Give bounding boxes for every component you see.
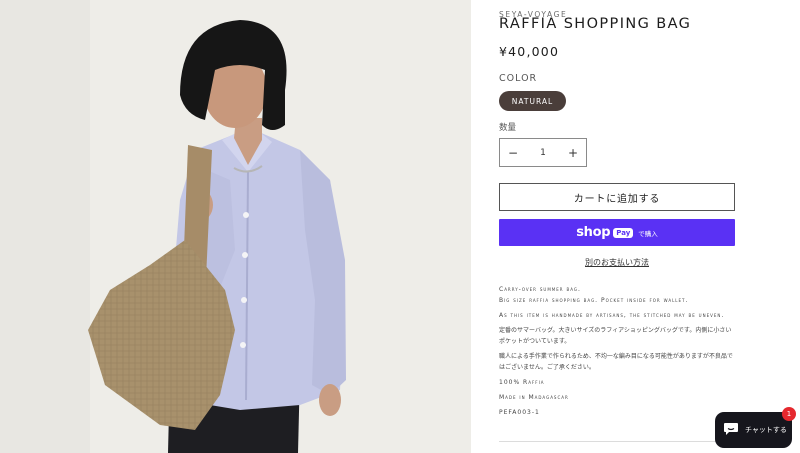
description-line: Big size raffia shopping bag. Pocket ins… (499, 297, 689, 304)
product-description: Carry-over summer bag. Big size raffia s… (499, 284, 735, 422)
shop-pay-button[interactable]: shop Pay で購入 (499, 219, 735, 246)
material-text: 100% Raffia (499, 379, 545, 386)
origin-text: Made in Madagascar (499, 394, 569, 401)
chat-widget-button[interactable]: チャットする (715, 412, 792, 448)
more-payment-options-link[interactable]: 別のお支払い方法 (499, 257, 735, 268)
quantity-stepper: − 1 + (499, 138, 587, 167)
quantity-input[interactable]: 1 (540, 148, 546, 158)
section-divider (499, 441, 735, 442)
chat-notification-badge: 1 (782, 407, 796, 421)
quantity-decrease-button[interactable]: − (500, 139, 526, 166)
add-to-cart-button[interactable]: カートに追加する (499, 183, 735, 211)
sku-text: PEFA003-1 (499, 409, 540, 416)
description-line: Carry-over summer bag. (499, 286, 581, 293)
color-label: COLOR (499, 73, 538, 84)
product-info-panel: SEYA-VOYAGE RAFFIA SHOPPING BAG ¥40,000 … (499, 0, 739, 453)
chat-label: チャットする (745, 426, 787, 434)
chat-bubble-icon (723, 421, 739, 440)
description-line: As this item is handmade by artisans, th… (499, 312, 725, 319)
product-image (0, 0, 473, 453)
product-photo-illustration (0, 0, 473, 453)
product-title: RAFFIA SHOPPING BAG (499, 16, 692, 32)
quantity-increase-button[interactable]: + (560, 139, 586, 166)
shop-pay-logo-text: shop (576, 225, 611, 240)
color-option-natural[interactable]: NATURAL (499, 91, 566, 111)
shop-pay-suffix: で購入 (638, 229, 658, 238)
description-line: 職人による手作業で作られるため、不均一な編み目になる可能性がありますが不良品では… (499, 353, 733, 371)
description-line: 定番のサマーバッグ。大きいサイズのラフィアショッピングバッグです。内側に小さいポ… (499, 327, 732, 345)
product-price: ¥40,000 (499, 44, 560, 59)
shop-pay-badge: Pay (613, 227, 634, 238)
quantity-label: 数量 (499, 123, 517, 133)
